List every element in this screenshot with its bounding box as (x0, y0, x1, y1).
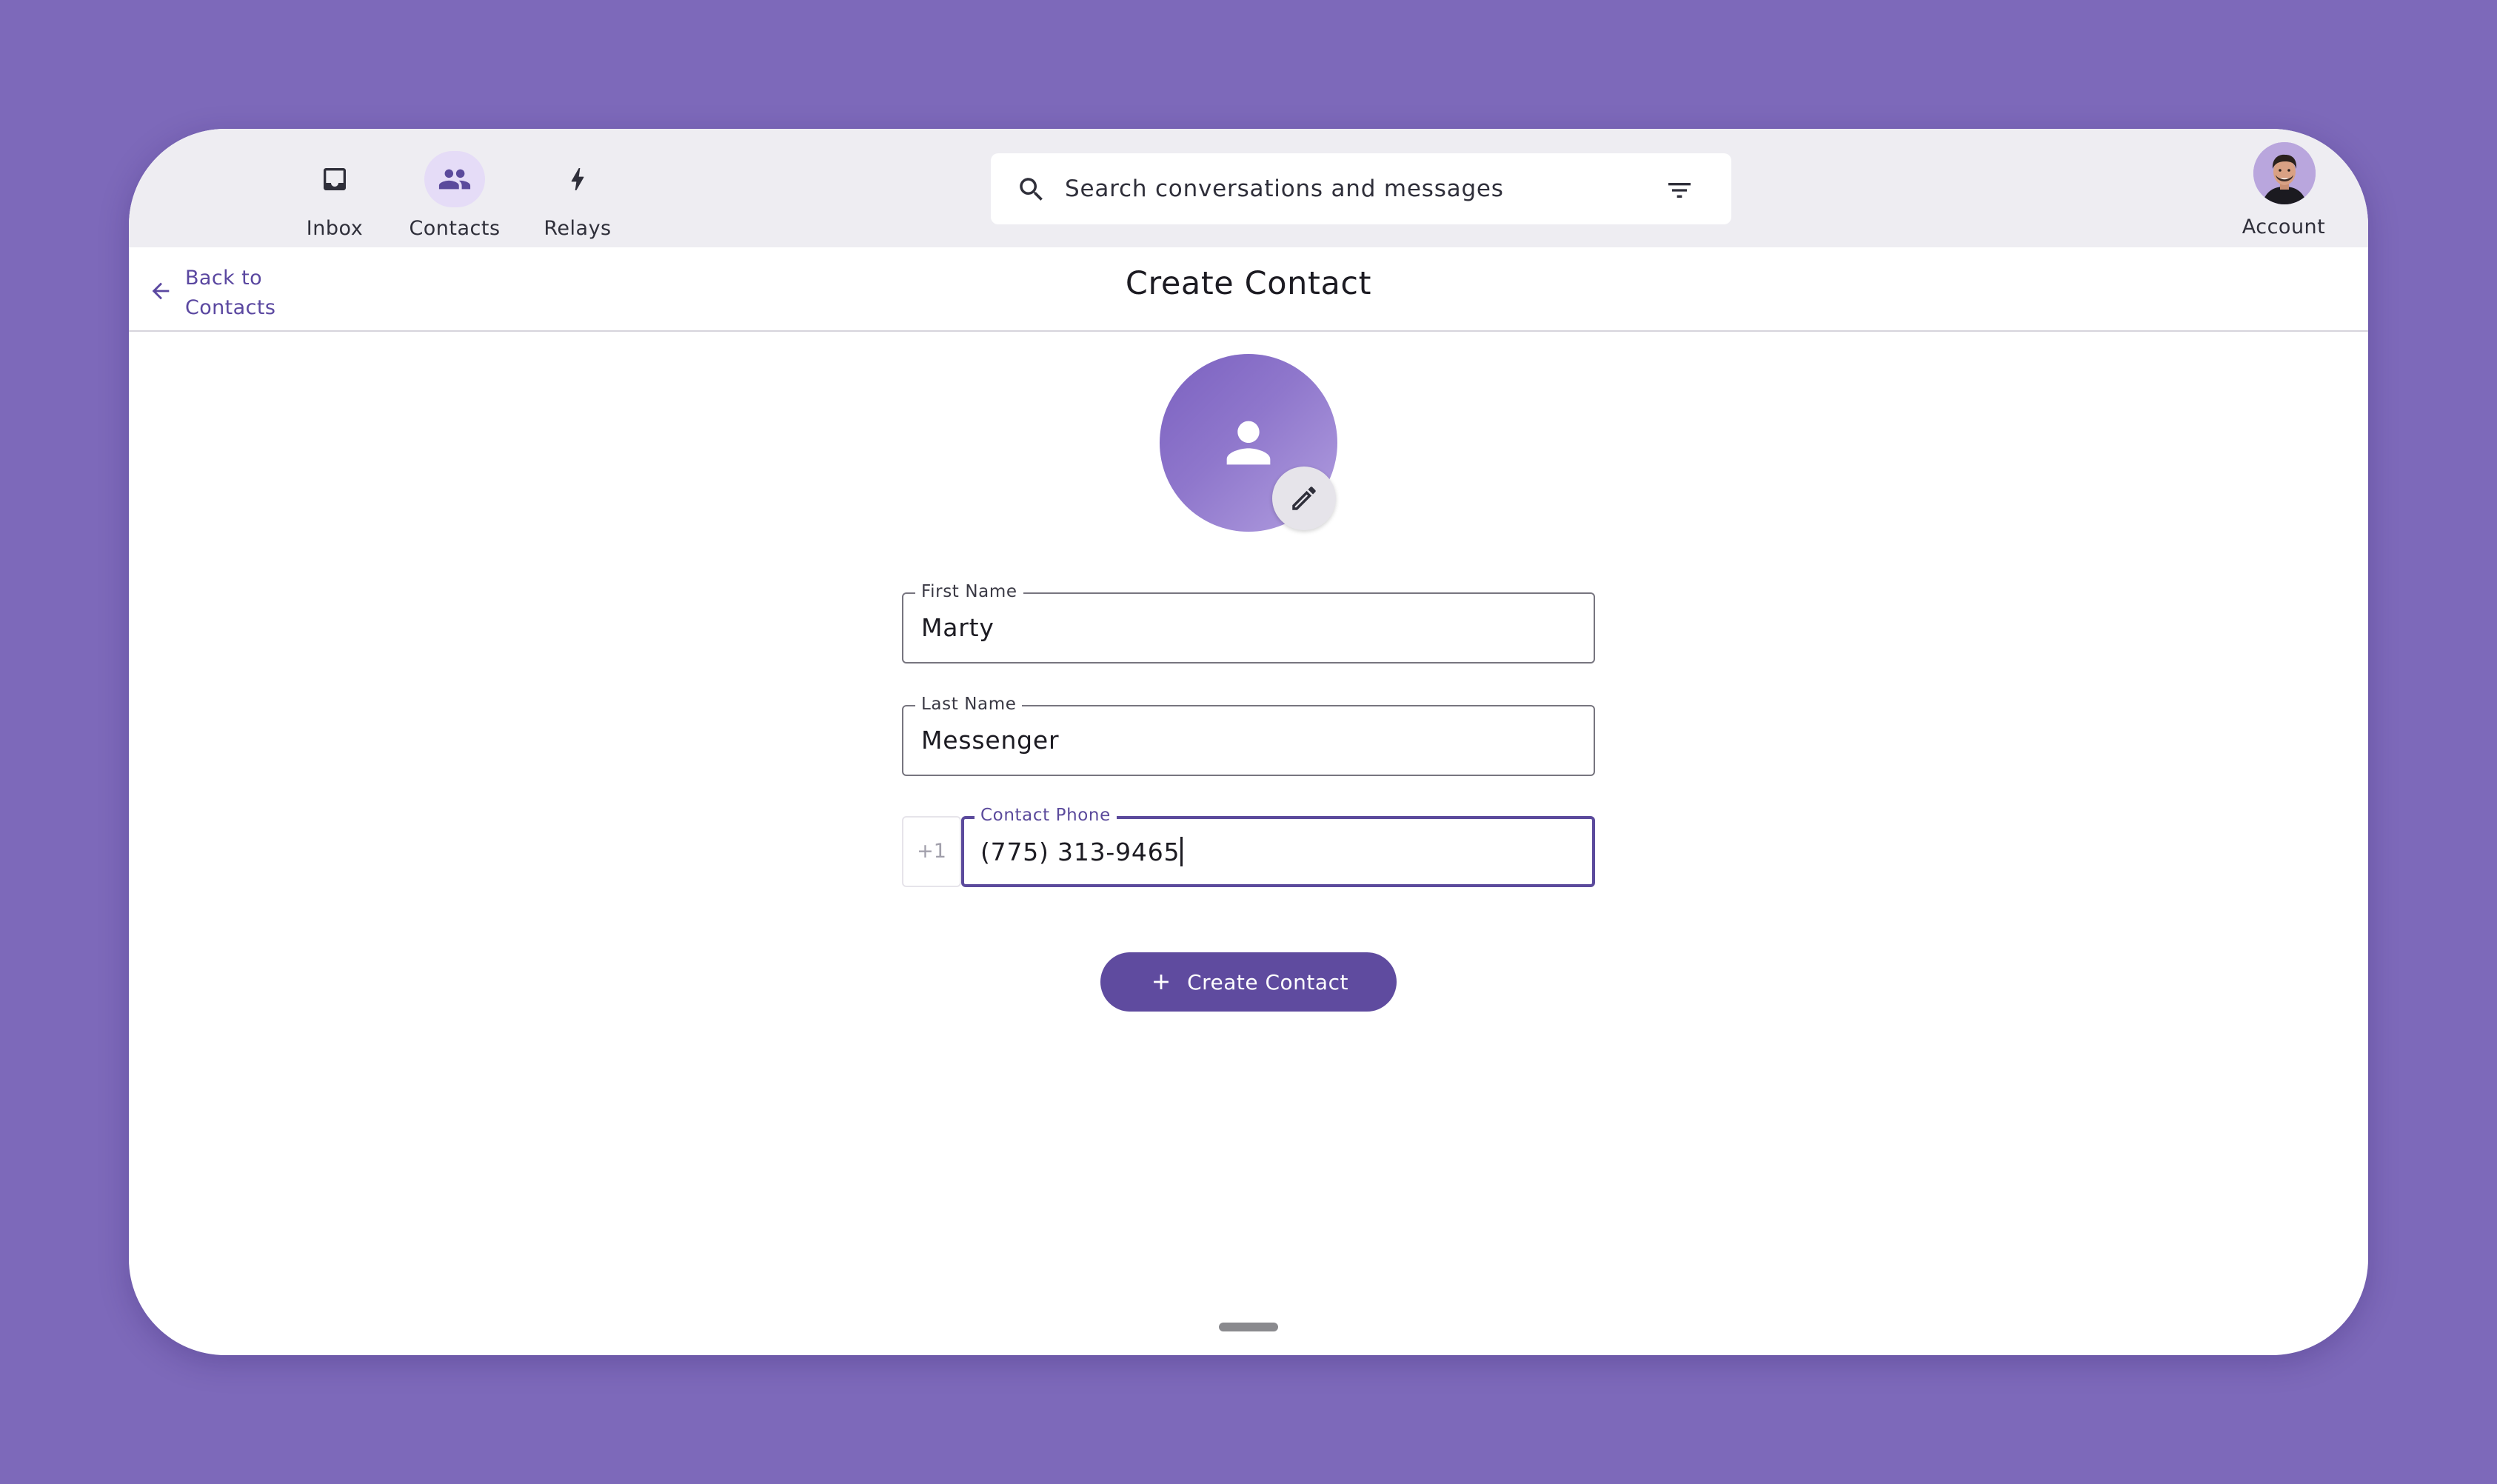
back-link-line-1: Back to (185, 267, 263, 290)
back-to-contacts-link[interactable]: Back to Contacts (148, 258, 296, 321)
back-link-line-2: Contacts (185, 296, 276, 319)
contact-phone-label: Contact Phone (975, 806, 1117, 825)
search-input[interactable] (1065, 153, 1642, 224)
back-link-label: Back to Contacts (185, 264, 296, 323)
text-caret (1180, 837, 1183, 866)
bolt-icon (571, 168, 584, 190)
contact-phone-value: (775) 313-9465 (980, 838, 1180, 866)
contacts-icon-wrap (424, 151, 485, 207)
avatar-photo-icon (2253, 142, 2316, 204)
bolt-icon-wrap (547, 151, 608, 207)
create-contact-button[interactable]: Create Contact (1100, 952, 1397, 1012)
plus-icon (1149, 969, 1174, 995)
person-icon (1226, 421, 1271, 465)
search-bar (991, 153, 1731, 224)
account-label: Account (2242, 215, 2326, 238)
account-button[interactable]: Account (2228, 142, 2339, 242)
nav-item-relays[interactable]: Relays (504, 144, 652, 240)
pencil-icon (1292, 487, 1316, 510)
first-name-value: Marty (921, 613, 995, 642)
arrow-back-icon (152, 282, 170, 300)
top-navigation-bar: Inbox Contacts Relays Search conversatio… (129, 129, 2368, 247)
inbox-icon-wrap (304, 151, 365, 207)
create-contact-button-label: Create Contact (1187, 969, 1348, 995)
page-title: Create Contact (1125, 265, 1372, 302)
last-name-field[interactable]: Last Name Messenger (902, 695, 1595, 776)
avatar (2253, 142, 2316, 204)
filter-icon[interactable] (1665, 176, 1694, 205)
page-header: Back to Contacts Create Contact (129, 247, 2368, 332)
inbox-icon (324, 168, 346, 190)
country-code-prefix[interactable]: +1 (902, 816, 961, 887)
first-name-label: First Name (915, 582, 1023, 601)
home-indicator[interactable] (1219, 1323, 1278, 1331)
search-icon (1020, 178, 1043, 201)
app-window: Inbox Contacts Relays Search conversatio… (129, 129, 2368, 1355)
last-name-value: Messenger (921, 726, 1060, 755)
contact-phone-value-wrap: (775) 313-9465 (980, 837, 1183, 866)
contact-phone-field[interactable]: Contact Phone (775) 313-9465 (961, 806, 1595, 887)
edit-avatar-button[interactable] (1272, 467, 1336, 530)
first-name-field[interactable]: First Name Marty (902, 582, 1595, 664)
last-name-label: Last Name (915, 695, 1023, 714)
contacts-icon (438, 169, 471, 190)
nav-label-relays: Relays (544, 217, 612, 240)
